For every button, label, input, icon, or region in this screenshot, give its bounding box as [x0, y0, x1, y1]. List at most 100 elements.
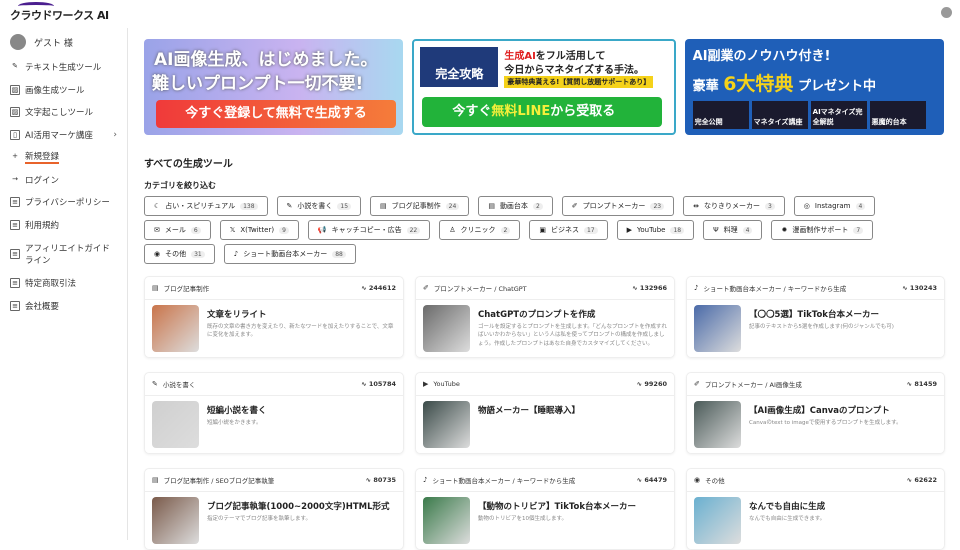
- tool-title: 【AI画像生成】Canvaのプロンプト: [749, 404, 902, 416]
- card-header: ◉その他∿ 62622: [687, 469, 944, 492]
- view-count-value: 99260: [644, 380, 667, 388]
- register-cta-button[interactable]: 今すぐ登録して無料で生成する: [156, 100, 396, 128]
- tool-card[interactable]: ✐プロンプトメーカー / AI画像生成∿ 81459 【AI画像生成】Canva…: [686, 372, 945, 454]
- tool-description: なんでも自由に生成できます。: [749, 515, 825, 523]
- view-count: ∿ 80735: [366, 476, 396, 484]
- tool-grid: ▤ブログ記事制作∿ 244612 文章をリライト既存の文章の書き方を変えたり、新…: [144, 276, 944, 550]
- category-chip[interactable]: Ψ料理4: [703, 220, 762, 240]
- chevron-right-icon[interactable]: ›: [113, 130, 117, 140]
- banner-heading: AI副業のノウハウ付き!: [693, 45, 831, 64]
- sidebar-item-label: 新規登録: [25, 150, 59, 164]
- banner-ai-image[interactable]: AI画像生成、はじめました。 難しいプロンプト一切不要! 今すぐ登録して無料で生…: [144, 39, 403, 135]
- sidebar-item[interactable]: ≡プライバシーポリシー: [0, 191, 127, 214]
- category-chip[interactable]: 📢キャッチコピー・広告22: [308, 220, 430, 240]
- category-chip[interactable]: ◉その他31: [144, 244, 215, 264]
- category-label: メール: [165, 225, 186, 235]
- book-icon: ▯: [10, 130, 20, 140]
- category-icon: ✉: [154, 226, 160, 234]
- sidebar-item-label: 画像生成ツール: [25, 84, 85, 96]
- tool-title: ChatGPTのプロンプトを作成: [478, 308, 667, 320]
- category-chip[interactable]: ✹漫画制作サポート7: [771, 220, 873, 240]
- banner-monetize[interactable]: 完全攻略 生成AIをフル活用して 今日からマネタイズする手法。 豪華特典貰える!…: [412, 39, 675, 135]
- banner-bonus[interactable]: AI副業のノウハウ付き! 豪華 6大特典 プレゼント中 完全公開 マネタイズ講座…: [685, 39, 944, 135]
- view-count: ∿ 99260: [637, 380, 667, 388]
- sidebar-item[interactable]: ≡アフィリエイトガイドライン: [0, 236, 127, 272]
- tool-description: 記事のテキストから5選を作成します(何のジャンルでも可): [749, 323, 894, 331]
- bonus-thumb: マネタイズ講座: [752, 101, 808, 129]
- category-count: 9: [279, 227, 289, 234]
- card-category: プロンプトメーカー / AI画像生成: [705, 379, 802, 389]
- view-count: ∿ 132966: [632, 284, 667, 292]
- tool-card[interactable]: ✐プロンプトメーカー / ChatGPT∿ 132966 ChatGPTのプロン…: [415, 276, 675, 358]
- sidebar-item[interactable]: →ログイン: [0, 169, 127, 192]
- tool-title: 【〇〇5選】TikTok台本メーカー: [749, 308, 894, 320]
- line-cta-button[interactable]: 今すぐ無料LINEから受取る: [422, 97, 662, 127]
- document-icon: ≡: [10, 220, 20, 230]
- tool-description: 既存の文章の書き方を変えたり、新たなワードを加えたりすることで、文章に変化を加え…: [207, 323, 396, 340]
- account-icon[interactable]: [941, 7, 952, 18]
- sidebar-item[interactable]: ✎テキスト生成ツール: [0, 56, 127, 79]
- category-chip[interactable]: ✎小説を書く15: [277, 196, 362, 216]
- category-chip[interactable]: ▤ブログ記事制作24: [370, 196, 469, 216]
- category-chip[interactable]: ✉メール6: [144, 220, 211, 240]
- category-chip[interactable]: ▤動画台本2: [478, 196, 552, 216]
- category-icon: Ψ: [713, 226, 719, 234]
- banner-heading: AI画像生成、はじめました。: [154, 45, 377, 70]
- tool-card[interactable]: ♪ショート動画台本メーカー / キーワードから生成∿ 130243 【〇〇5選】…: [686, 276, 945, 358]
- category-chip[interactable]: ✐プロンプトメーカー23: [562, 196, 674, 216]
- category-chip[interactable]: ♙クリニック2: [439, 220, 520, 240]
- category-label: 占い・スピリチュアル: [165, 201, 235, 211]
- card-header: ▤ブログ記事制作∿ 244612: [145, 277, 403, 300]
- tool-card[interactable]: ▤ブログ記事制作 / SEOブログ記事執筆∿ 80735 ブログ記事執筆(100…: [144, 468, 404, 550]
- category-icon: ▤: [380, 202, 387, 210]
- logo[interactable]: クラウドワークス AI: [10, 7, 109, 23]
- activity-icon: ∿: [902, 284, 910, 292]
- category-icon: ♪: [234, 250, 238, 258]
- category-icon: ⇹: [693, 202, 699, 210]
- category-chip[interactable]: ♪ショート動画台本メーカー88: [224, 244, 356, 264]
- category-count: 31: [191, 251, 205, 258]
- tool-card[interactable]: ♪ショート動画台本メーカー / キーワードから生成∿ 64479 【動物のトリビ…: [415, 468, 675, 550]
- sidebar-item[interactable]: +新規登録: [0, 146, 127, 169]
- sidebar-item-label: テキスト生成ツール: [25, 61, 101, 73]
- avatar: [10, 34, 26, 50]
- login-icon: →: [10, 175, 20, 185]
- tool-card[interactable]: ▶YouTube∿ 99260 物語メーカー【睡眠導入】: [415, 372, 675, 454]
- top-bar: クラウドワークス AI: [0, 0, 960, 28]
- category-label: その他: [165, 249, 186, 259]
- category-label: キャッチコピー・広告: [332, 225, 402, 235]
- sidebar-item[interactable]: ▨文字起こしツール: [0, 101, 127, 124]
- tool-card[interactable]: ✎小説を書く∿ 105784 短編小説を書く短編小説をかきます。: [144, 372, 404, 454]
- sidebar-item[interactable]: ≡利用規約: [0, 214, 127, 237]
- category-count: 22: [407, 227, 421, 234]
- view-count-value: 130243: [910, 284, 937, 292]
- sidebar-item[interactable]: ▨画像生成ツール: [0, 79, 127, 102]
- view-count: ∿ 105784: [361, 380, 396, 388]
- sidebar-item[interactable]: ▯AI活用マーケ講座›: [0, 124, 127, 147]
- sidebar-item[interactable]: ≡会社概要: [0, 295, 127, 318]
- sidebar-user[interactable]: ゲスト 様: [0, 28, 127, 56]
- bonus-thumb: 完全公開: [693, 101, 749, 129]
- category-chip[interactable]: ▣ビジネス17: [529, 220, 607, 240]
- category-count: 23: [650, 203, 664, 210]
- category-icon: ✎: [152, 380, 158, 388]
- category-chip[interactable]: ▶YouTube18: [617, 220, 695, 240]
- tool-card[interactable]: ▤ブログ記事制作∿ 244612 文章をリライト既存の文章の書き方を変えたり、新…: [144, 276, 404, 358]
- sidebar-item[interactable]: ≡特定商取引法: [0, 272, 127, 295]
- card-header: ▤ブログ記事制作 / SEOブログ記事執筆∿ 80735: [145, 469, 403, 492]
- sidebar-item-label: プライバシーポリシー: [25, 196, 110, 208]
- tool-card[interactable]: ◉その他∿ 62622 なんでも自由に生成なんでも自由に生成できます。: [686, 468, 945, 550]
- tool-thumbnail: [694, 401, 741, 448]
- tool-title: 文章をリライト: [207, 308, 396, 320]
- category-icon: ▤: [488, 202, 495, 210]
- category-chip[interactable]: ☾占い・スピリチュアル138: [144, 196, 268, 216]
- category-icon: 𝕏: [230, 226, 236, 234]
- category-chip[interactable]: 𝕏X(Twitter)9: [220, 220, 299, 240]
- view-count-value: 244612: [369, 284, 396, 292]
- bonus-thumb: AIマネタイズ完全解説: [811, 101, 867, 129]
- category-icon: ▶: [627, 226, 632, 234]
- category-chip[interactable]: ◎Instagram4: [794, 196, 876, 216]
- category-chip[interactable]: ⇹なりきりメーカー3: [683, 196, 785, 216]
- banner-subheading: 難しいプロンプト一切不要!: [152, 69, 363, 94]
- card-category: YouTube: [433, 380, 459, 388]
